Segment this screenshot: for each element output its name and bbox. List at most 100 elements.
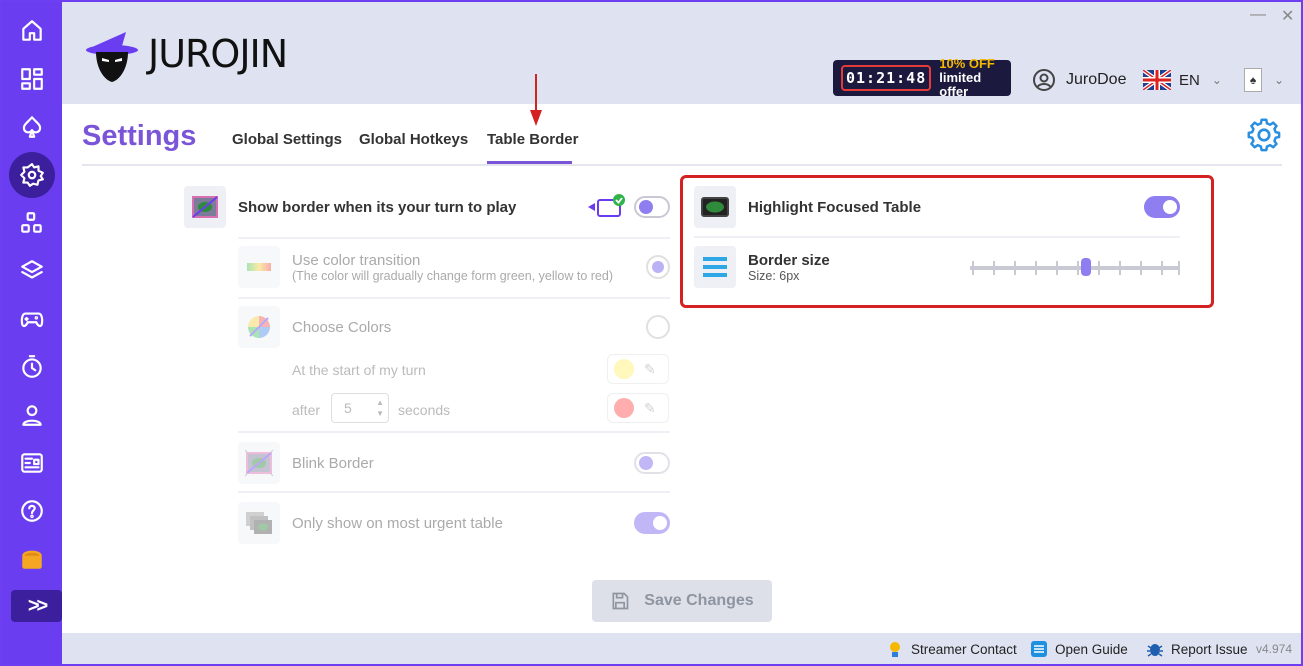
playing-card-icon: ♠: [1244, 68, 1262, 92]
divider: [238, 431, 670, 433]
border-size-icon: [694, 246, 736, 288]
news-icon: [21, 453, 43, 473]
report-issue-label: Report Issue: [1171, 641, 1248, 657]
slider-tick: [1098, 261, 1100, 275]
divider: [238, 237, 670, 239]
slider-tick: [972, 261, 974, 275]
chevron-down-icon: ⌄: [1211, 73, 1222, 87]
close-button[interactable]: ✕: [1281, 6, 1294, 26]
promo-timer: 01:21:48: [841, 65, 932, 91]
end-color-picker[interactable]: ✎: [607, 393, 669, 423]
chevron-down-icon: ⌄: [1274, 73, 1285, 87]
sidebar: >>: [2, 2, 62, 664]
start-turn-label: At the start of my turn: [292, 362, 426, 378]
sidebar-item-timer[interactable]: [9, 344, 55, 390]
card-selector[interactable]: ♠ ⌄: [1244, 68, 1284, 92]
slider-tick: [1119, 261, 1121, 275]
tab-global-hotkeys[interactable]: Global Hotkeys: [359, 131, 468, 148]
seconds-label: seconds: [398, 402, 451, 418]
title-divider: [82, 164, 1282, 166]
save-changes-label: Save Changes: [644, 592, 754, 609]
settings-gear-icon[interactable]: [1246, 117, 1282, 153]
show-border-label: Show border when its your turn to play: [238, 198, 517, 216]
tab-table-border[interactable]: Table Border: [487, 131, 578, 148]
start-color-picker[interactable]: ✎: [607, 354, 669, 384]
promo-text: 10% OFF limited offer: [939, 57, 1011, 99]
urgent-table-toggle[interactable]: [634, 512, 670, 534]
urgent-table-row: Only show on most urgent table: [238, 502, 503, 544]
open-guide-label: Open Guide: [1055, 641, 1128, 657]
sidebar-item-apps[interactable]: [9, 200, 55, 246]
seconds-input[interactable]: 5 ▲ ▼: [331, 393, 389, 423]
blink-border-icon: [238, 442, 280, 484]
guide-book-icon: [1031, 641, 1047, 657]
border-size-slider-handle[interactable]: [1081, 258, 1091, 276]
sidebar-item-rewards[interactable]: [9, 536, 55, 582]
streamer-contact-link[interactable]: Streamer Contact: [886, 640, 1017, 658]
sidebar-item-profile[interactable]: [9, 392, 55, 438]
sidebar-item-settings[interactable]: [9, 152, 55, 198]
spade-icon: [22, 116, 42, 138]
sidebar-item-spade[interactable]: [9, 104, 55, 150]
color-wheel-icon: [238, 306, 280, 348]
highlight-focused-toggle[interactable]: [1144, 196, 1180, 218]
gradient-icon: [238, 246, 280, 288]
user-icon: [22, 405, 42, 426]
end-color-swatch: [614, 398, 634, 418]
seconds-value: 5: [344, 400, 352, 416]
sidebar-item-dashboard[interactable]: [9, 56, 55, 102]
slider-tick: [993, 261, 995, 275]
report-issue-link[interactable]: Report Issue: [1146, 640, 1248, 658]
color-transition-radio[interactable]: [646, 255, 670, 279]
logo-text: JUROJIN: [148, 32, 288, 76]
after-label: after: [292, 402, 321, 418]
dashboard-icon: [21, 68, 43, 90]
language-selector[interactable]: EN ⌄: [1143, 70, 1222, 90]
tab-global-settings[interactable]: Global Settings: [232, 131, 342, 148]
logo: JUROJIN: [82, 22, 288, 86]
sidebar-item-layers[interactable]: [9, 248, 55, 294]
stepper-arrows-icon[interactable]: ▲ ▼: [376, 397, 384, 419]
choose-colors-label: Choose Colors: [292, 318, 392, 336]
save-disk-icon: [612, 592, 629, 610]
promo-limited: limited offer: [939, 70, 982, 99]
blink-border-toggle[interactable]: [634, 452, 670, 474]
save-changes-button[interactable]: Save Changes: [592, 580, 772, 622]
gamepad-icon: [20, 312, 44, 328]
user-menu[interactable]: JuroDoe: [1032, 68, 1126, 92]
sidebar-item-help[interactable]: [9, 488, 55, 534]
slider-tick: [1077, 261, 1079, 275]
layers-icon: [21, 260, 43, 279]
promo-banner[interactable]: 01:21:48 10% OFF limited offer: [833, 57, 1011, 99]
minimize-button[interactable]: —: [1250, 6, 1266, 24]
page-title: Settings: [82, 120, 197, 152]
blink-border-label: Blink Border: [292, 454, 374, 472]
color-transition-subtext: (The color will gradually change form gr…: [292, 268, 613, 283]
sidebar-item-home[interactable]: [9, 8, 55, 54]
highlight-focused-label: Highlight Focused Table: [748, 198, 922, 216]
focused-table-icon: [694, 186, 736, 228]
border-size-subtext: Size: 6px: [748, 268, 800, 283]
show-border-toggle[interactable]: [634, 196, 670, 218]
streamer-contact-label: Streamer Contact: [911, 641, 1017, 657]
sidebar-item-news[interactable]: [9, 440, 55, 486]
settings-panel: Settings Global Settings Global Hotkeys …: [62, 74, 1301, 633]
status-bar: Streamer Contact Open Guide Report Issue…: [62, 633, 1301, 664]
slider-tick: [1161, 261, 1163, 275]
sidebar-expand-button[interactable]: >>: [11, 590, 62, 622]
divider: [238, 297, 670, 299]
language-code: EN: [1179, 71, 1200, 89]
choose-colors-radio[interactable]: [646, 315, 670, 339]
open-guide-link[interactable]: Open Guide: [1030, 640, 1128, 658]
border-size-slider[interactable]: [970, 266, 1180, 270]
border-size-label: Border size: [748, 251, 830, 269]
settings-icon: [20, 163, 44, 187]
slider-tick: [1014, 261, 1016, 275]
slider-tick: [1178, 261, 1180, 275]
uk-flag-icon: [1143, 70, 1171, 90]
apps-icon: [21, 212, 42, 233]
red-arrow-annotation: [530, 74, 542, 126]
color-transition-row: Use color transition (The color will gra…: [238, 246, 613, 288]
sidebar-item-games[interactable]: [9, 296, 55, 342]
home-icon: [22, 20, 42, 41]
